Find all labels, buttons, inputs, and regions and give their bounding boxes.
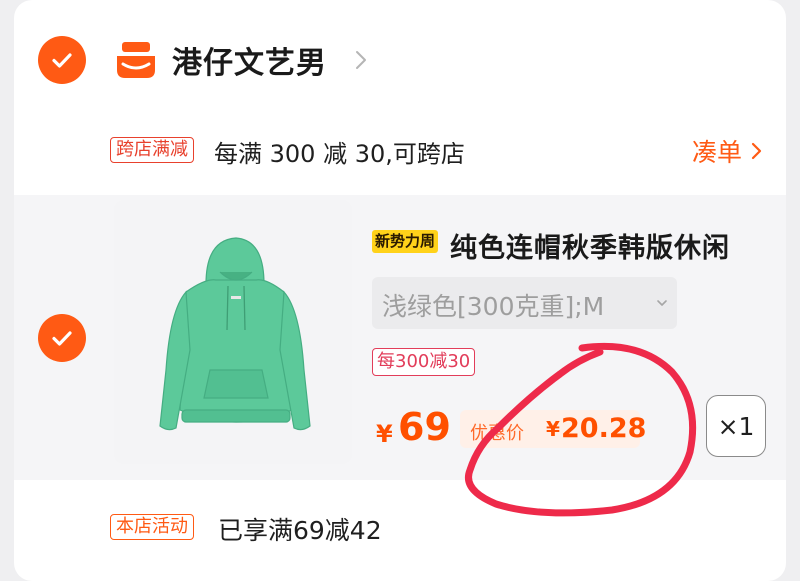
shop-checkbox[interactable] <box>38 36 86 84</box>
chevron-right-icon <box>356 51 366 69</box>
store-activity-row: 本店活动 已享满69减42 <box>14 490 786 570</box>
quantity-selector[interactable]: ×1 <box>706 395 766 457</box>
discount-label: 优惠价 <box>470 423 524 444</box>
product-image[interactable] <box>114 200 352 464</box>
price: 69 <box>398 405 451 449</box>
discount-price-box: 优惠价 ¥ 20.28 <box>460 410 646 448</box>
promo-description: 每满 300 减 30,可跨店 <box>214 140 465 168</box>
chevron-down-icon <box>657 300 667 306</box>
cross-store-discount-tag: 跨店满减 <box>110 137 194 163</box>
hoodie-image <box>159 237 311 431</box>
store-activity-tag: 本店活动 <box>110 514 194 540</box>
checkmark-icon <box>52 331 72 346</box>
item-checkbox[interactable] <box>38 314 86 362</box>
shop-logo-icon <box>114 40 158 80</box>
discount-currency: ¥ <box>546 417 560 441</box>
cart-shop-card: 港仔文艺男 跨店满减 每满 300 减 30,可跨店 凑单 新势力周 纯色连帽秋… <box>14 0 786 581</box>
price-currency: ¥ <box>376 420 393 448</box>
sku-selector[interactable]: 浅绿色[300克重];M <box>372 277 677 329</box>
cross-store-promo-row: 跨店满减 每满 300 减 30,可跨店 凑单 <box>14 120 786 190</box>
discount-price: 20.28 <box>561 413 647 444</box>
add-on-items-link[interactable]: 凑单 <box>692 133 742 169</box>
shop-header[interactable]: 港仔文艺男 <box>14 0 786 120</box>
product-title[interactable]: 纯色连帽秋季韩版休闲 <box>450 226 730 265</box>
shop-name[interactable]: 港仔文艺男 <box>172 38 327 82</box>
activity-description: 已享满69减42 <box>218 516 382 545</box>
chevron-right-icon <box>751 142 762 160</box>
checkmark-icon <box>52 53 72 68</box>
new-arrival-badge: 新势力周 <box>372 230 439 253</box>
item-promo-tag: 每300减30 <box>372 348 476 376</box>
sku-text: 浅绿色[300克重];M <box>382 292 605 321</box>
